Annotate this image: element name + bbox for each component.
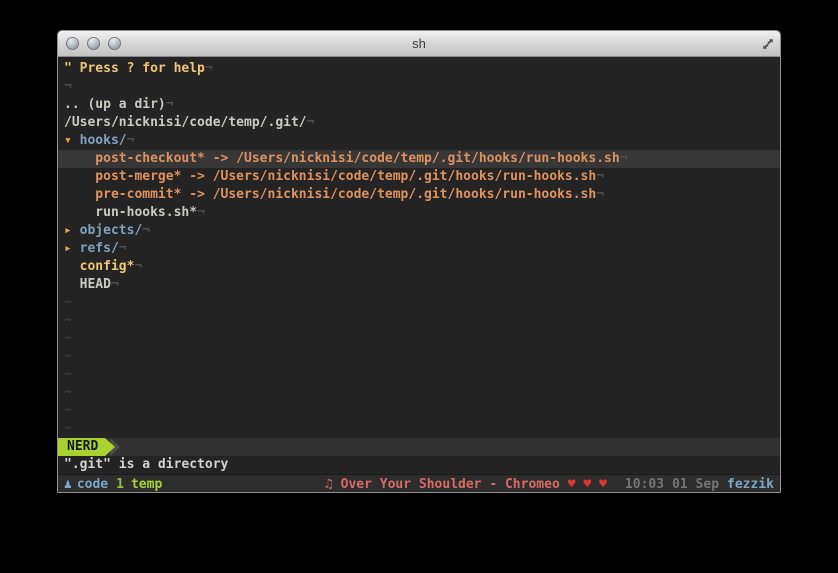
empty-line: ~ — [64, 348, 780, 366]
tree-line[interactable]: config*¬ — [64, 258, 780, 276]
tilde-marker: ~ — [64, 421, 72, 436]
fullscreen-arrows-icon — [762, 38, 773, 49]
eol-marker: ¬ — [197, 205, 205, 220]
tree-line[interactable]: pre-commit* -> /Users/nicknisi/code/temp… — [64, 186, 780, 204]
tmux-right-status: ♫ Over Your Shoulder - Chromeo ♥ ♥ ♥ 10:… — [324, 475, 774, 492]
tree-line[interactable]: .. (up a dir)¬ — [64, 96, 780, 114]
dir-name[interactable]: refs/ — [80, 241, 119, 256]
empty-line: ~ — [64, 420, 780, 438]
window-title: sh — [412, 36, 426, 51]
eol-marker: ¬ — [126, 133, 135, 148]
tree-line[interactable]: " Press ? for help¬ — [64, 60, 780, 78]
node-label[interactable]: run-hooks.sh* — [64, 205, 197, 220]
session-pawn-icon: ♟ — [64, 477, 72, 492]
tree-line[interactable]: run-hooks.sh*¬ — [64, 204, 780, 222]
hostname-label: fezzik — [727, 477, 774, 492]
vim-statusline: NERD — [58, 438, 780, 456]
tilde-marker: ~ — [64, 349, 72, 364]
tilde-marker: ~ — [64, 331, 72, 346]
dir-name[interactable]: hooks/ — [80, 133, 127, 148]
hearts-rating: ♥ ♥ ♥ — [567, 477, 607, 492]
file-name[interactable]: config* — [64, 259, 135, 274]
tilde-marker: ~ — [64, 367, 72, 382]
eol-marker: ¬ — [306, 115, 315, 130]
eol-marker: ¬ — [142, 223, 151, 238]
tree-line[interactable]: ▸ refs/¬ — [64, 240, 780, 258]
terminal-window: sh " Press ? for help¬ ¬.. (up a dir)¬/Us… — [57, 30, 781, 493]
tree-line[interactable]: HEAD¬ — [64, 276, 780, 294]
tree-line[interactable]: ▸ objects/¬ — [64, 222, 780, 240]
symlink-label[interactable]: pre-commit* -> /Users/nicknisi/code/temp… — [64, 187, 596, 202]
window-titlebar[interactable]: sh — [58, 31, 780, 57]
eol-marker: ¬ — [64, 79, 72, 94]
tilde-marker: ~ — [64, 385, 72, 400]
symlink-label[interactable]: post-merge* -> /Users/nicknisi/code/temp… — [64, 169, 596, 184]
clock-date: 01 Sep — [672, 477, 720, 492]
empty-line: ~ — [64, 312, 780, 330]
empty-line: ~ — [64, 330, 780, 348]
terminal-content: " Press ? for help¬ ¬.. (up a dir)¬/Users… — [58, 57, 780, 492]
eol-marker: ¬ — [596, 169, 605, 184]
expander-icon[interactable]: ▸ — [64, 241, 80, 256]
powerline-arrow-icon — [105, 438, 116, 456]
tree-line[interactable]: ¬ — [64, 78, 780, 96]
empty-line: ~ — [64, 402, 780, 420]
tree-line[interactable]: post-merge* -> /Users/nicknisi/code/temp… — [64, 168, 780, 186]
eol-marker: ¬ — [134, 259, 143, 274]
music-note-icon: ♫ — [324, 477, 333, 492]
vim-command-line: ".git" is a directory — [58, 456, 780, 474]
tmux-session-name[interactable]: code — [77, 475, 108, 492]
empty-line: ~ — [64, 384, 780, 402]
tmux-window-index[interactable]: 1 — [116, 475, 124, 492]
nerdtree-buffer: " Press ? for help¬ ¬.. (up a dir)¬/Users… — [58, 57, 780, 438]
node-label[interactable]: HEAD — [64, 277, 111, 292]
clock-time: 10:03 — [624, 477, 665, 492]
tmux-window-name[interactable]: temp — [131, 475, 162, 492]
eol-marker: ¬ — [165, 97, 174, 112]
tree-line-cursor[interactable]: post-checkout* -> /Users/nicknisi/code/t… — [58, 150, 780, 168]
expander-icon[interactable]: ▸ — [64, 223, 80, 238]
dir-name[interactable]: objects/ — [80, 223, 143, 238]
fullscreen-button[interactable] — [758, 34, 777, 53]
tree-line[interactable]: ▾ hooks/¬ — [64, 132, 780, 150]
eol-marker: ¬ — [619, 151, 628, 166]
empty-line: ~ — [64, 366, 780, 384]
eol-marker: ¬ — [110, 277, 119, 292]
tree-line[interactable]: /Users/nicknisi/code/temp/.git/¬ — [64, 114, 780, 132]
node-label[interactable]: .. (up a dir) — [64, 97, 166, 112]
statusline-mode-badge: NERD — [58, 438, 106, 456]
eol-marker: ¬ — [204, 61, 213, 76]
tilde-marker: ~ — [64, 403, 72, 418]
tmux-status-bar: ♟ code 1 temp ♫ Over Your Shoulder - Chr… — [58, 474, 780, 492]
eol-marker: ¬ — [118, 241, 127, 256]
eol-marker: ¬ — [596, 187, 605, 202]
empty-line: ~ — [64, 294, 780, 312]
now-playing-text: Over Your Shoulder - Chromeo — [340, 477, 560, 492]
help-comment: " Press ? for help — [64, 61, 205, 76]
tilde-marker: ~ — [64, 313, 72, 328]
expander-icon[interactable]: ▾ — [64, 133, 80, 148]
node-label[interactable]: /Users/nicknisi/code/temp/.git/ — [64, 115, 307, 130]
tilde-marker: ~ — [64, 295, 72, 310]
symlink-label[interactable]: post-checkout* -> /Users/nicknisi/code/t… — [64, 151, 619, 166]
